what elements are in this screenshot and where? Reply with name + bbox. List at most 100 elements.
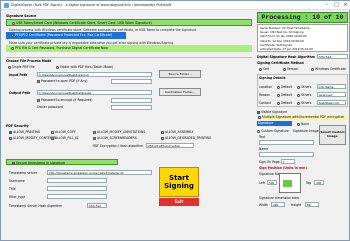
open-password-option[interactable]: Password to open PDF (if Any) bbox=[37, 79, 88, 83]
security-checkbox[interactable] bbox=[93, 130, 96, 134]
reason-default-radio[interactable] bbox=[277, 93, 280, 97]
location-label: Location bbox=[259, 85, 273, 89]
appearance-tab[interactable]: Signature Appearance bbox=[257, 121, 292, 130]
single-file-radio[interactable] bbox=[8, 65, 11, 69]
reason-others-radio[interactable] bbox=[297, 93, 300, 97]
close-icon[interactable]: × bbox=[341, 2, 350, 9]
ts-user-field[interactable] bbox=[47, 178, 107, 183]
encryption-select[interactable]: 256-bit AES encryption bbox=[146, 143, 194, 148]
select-image-button[interactable]: Select Custom Image bbox=[319, 125, 346, 145]
reason-others[interactable]: Others bbox=[297, 93, 311, 97]
width-field[interactable]: 200 bbox=[271, 202, 285, 207]
location-default-radio[interactable] bbox=[277, 85, 280, 89]
output-path-field[interactable]: C:\Users\Anonymous\Desktop\Signed bbox=[37, 90, 152, 95]
winstore-radio[interactable] bbox=[311, 67, 314, 71]
winstore-label: Windows Certificate bbox=[315, 67, 346, 71]
security-item[interactable]: ALLOW_ASSEMBLY bbox=[161, 130, 194, 134]
ts-user-label: Username bbox=[9, 179, 25, 183]
location-others[interactable]: Others bbox=[297, 85, 311, 89]
sign-page-select[interactable]: 1 bbox=[281, 159, 295, 164]
source-option-usb[interactable]: USB Token/Smart Card (Windows Certificat… bbox=[6, 19, 252, 26]
ts-hash-select[interactable]: SHA-512 bbox=[87, 203, 107, 208]
encrypt-password-checkbox[interactable] bbox=[37, 98, 40, 102]
start-signing-button[interactable]: Start Signing bbox=[159, 167, 199, 197]
reason-default[interactable]: Default bbox=[277, 93, 292, 97]
sig-text-field[interactable] bbox=[259, 140, 314, 145]
ts-title-field[interactable] bbox=[47, 186, 107, 191]
security-item[interactable]: ALLOW_MODIFY_ANNOTATIONS bbox=[93, 130, 145, 134]
location-field[interactable]: City Name bbox=[317, 84, 346, 89]
version-radio[interactable] bbox=[283, 67, 286, 71]
source-pfx-radio[interactable] bbox=[11, 33, 14, 37]
encrypt-password-field[interactable] bbox=[111, 98, 152, 103]
security-label: ALLOW_COPY bbox=[55, 130, 76, 134]
height-field[interactable]: 80 bbox=[305, 202, 319, 207]
source-usb-radio[interactable] bbox=[12, 21, 15, 25]
security-checkbox[interactable] bbox=[9, 136, 12, 140]
visible-signature-checkbox[interactable] bbox=[257, 110, 260, 114]
maximize-icon[interactable]: □ bbox=[332, 2, 341, 9]
folder-option[interactable]: Folder with PDF files (Batch Mode) bbox=[56, 65, 113, 69]
security-item[interactable]: ALLOW_COPY bbox=[51, 130, 76, 134]
appearance-none-radio[interactable] bbox=[297, 122, 300, 126]
visible-signature-label: Visible Signature bbox=[261, 110, 288, 114]
top-field[interactable]: 300 bbox=[314, 180, 324, 185]
version-option[interactable]: Version bbox=[283, 67, 298, 71]
contact-default[interactable]: Default bbox=[277, 101, 292, 105]
multiple-signature-option[interactable]: Multiple Signature with/Incremental PDF … bbox=[257, 115, 348, 120]
folder-radio[interactable] bbox=[56, 65, 59, 69]
custom-signature-radio[interactable] bbox=[257, 129, 260, 133]
multiple-signature-checkbox[interactable] bbox=[258, 115, 261, 119]
sign-page-label: Sign On Page bbox=[259, 160, 280, 164]
timestamp-checkbox[interactable] bbox=[12, 161, 15, 165]
contact-others[interactable]: Others bbox=[297, 101, 311, 105]
location-others-radio[interactable] bbox=[297, 85, 300, 89]
security-label: ALLOW_ASSEMBLY bbox=[165, 130, 194, 134]
source-file-radio[interactable] bbox=[11, 46, 14, 50]
timestamp-toggle[interactable]: Secure timestamp in signature bbox=[6, 159, 118, 165]
owner-password-label: Owner password bbox=[37, 105, 63, 109]
security-checkbox[interactable] bbox=[51, 130, 54, 134]
security-item[interactable]: ALLOW_SCREENREADERS bbox=[93, 136, 137, 140]
appearance-none[interactable]: None bbox=[297, 122, 309, 126]
security-checkbox[interactable] bbox=[51, 136, 54, 140]
security-checkbox[interactable] bbox=[161, 136, 164, 140]
exit-button[interactable]: Exit bbox=[159, 198, 199, 206]
contact-field[interactable]: test@test.com bbox=[317, 100, 346, 105]
self-option[interactable]: Self bbox=[259, 67, 269, 71]
winstore-option[interactable]: Windows Certificate bbox=[311, 67, 346, 71]
encrypt-password-option[interactable]: Password to encrypt (if Required) bbox=[37, 98, 92, 102]
source-option-file[interactable]: PFX File & Cert Password, Purchase Digit… bbox=[6, 45, 252, 52]
security-item[interactable]: ALLOW_FILL_IN bbox=[51, 136, 78, 140]
hash-select[interactable]: SHA-512 bbox=[317, 54, 348, 59]
security-checkbox[interactable] bbox=[161, 130, 164, 134]
source-option-pfx[interactable]: PFX/P12 Certificate (Password Protected … bbox=[6, 32, 126, 39]
ts-server-field[interactable]: http://timestamp.globalsign.com/scripts/… bbox=[47, 170, 152, 175]
security-checkbox[interactable] bbox=[93, 136, 96, 140]
custom-signature-option[interactable]: Custom Signature bbox=[257, 129, 289, 133]
custom-signature-label: Custom Signature bbox=[261, 129, 289, 133]
destination-folder-button[interactable]: Destination Folder... bbox=[159, 88, 201, 96]
security-item[interactable]: ALLOW_PRINTING bbox=[9, 130, 40, 134]
self-radio[interactable] bbox=[259, 67, 262, 71]
sig-name-field[interactable] bbox=[259, 152, 314, 157]
visible-signature-option[interactable]: Visible Signature bbox=[257, 110, 287, 114]
single-file-option[interactable]: Single PDF File bbox=[8, 65, 35, 69]
contact-others-radio[interactable] bbox=[297, 101, 300, 105]
location-default[interactable]: Default bbox=[277, 85, 292, 89]
security-checkbox[interactable] bbox=[9, 130, 12, 134]
signature-source-header: Signature Source bbox=[6, 14, 37, 18]
minimize-icon[interactable]: – bbox=[322, 2, 331, 9]
open-password-checkbox[interactable] bbox=[37, 79, 40, 83]
left-field[interactable]: 500 bbox=[267, 180, 277, 185]
contact-others-label: Others bbox=[301, 101, 312, 105]
reason-field[interactable]: Approved bbox=[317, 92, 346, 97]
contact-default-radio[interactable] bbox=[277, 101, 280, 105]
security-item[interactable]: ALLOW_MODIFY_CONTENTS bbox=[9, 136, 56, 140]
open-password-field[interactable] bbox=[111, 79, 152, 84]
input-path-field[interactable]: C:\Users\Anonymous\Desktop\Input bbox=[37, 72, 152, 77]
ts-filter-field[interactable] bbox=[47, 194, 107, 199]
security-item[interactable]: ALLOW_DEGRADED_PRINTING bbox=[161, 136, 211, 140]
owner-password-field[interactable] bbox=[111, 105, 152, 110]
source-folder-button[interactable]: Source Folder... bbox=[159, 70, 201, 78]
